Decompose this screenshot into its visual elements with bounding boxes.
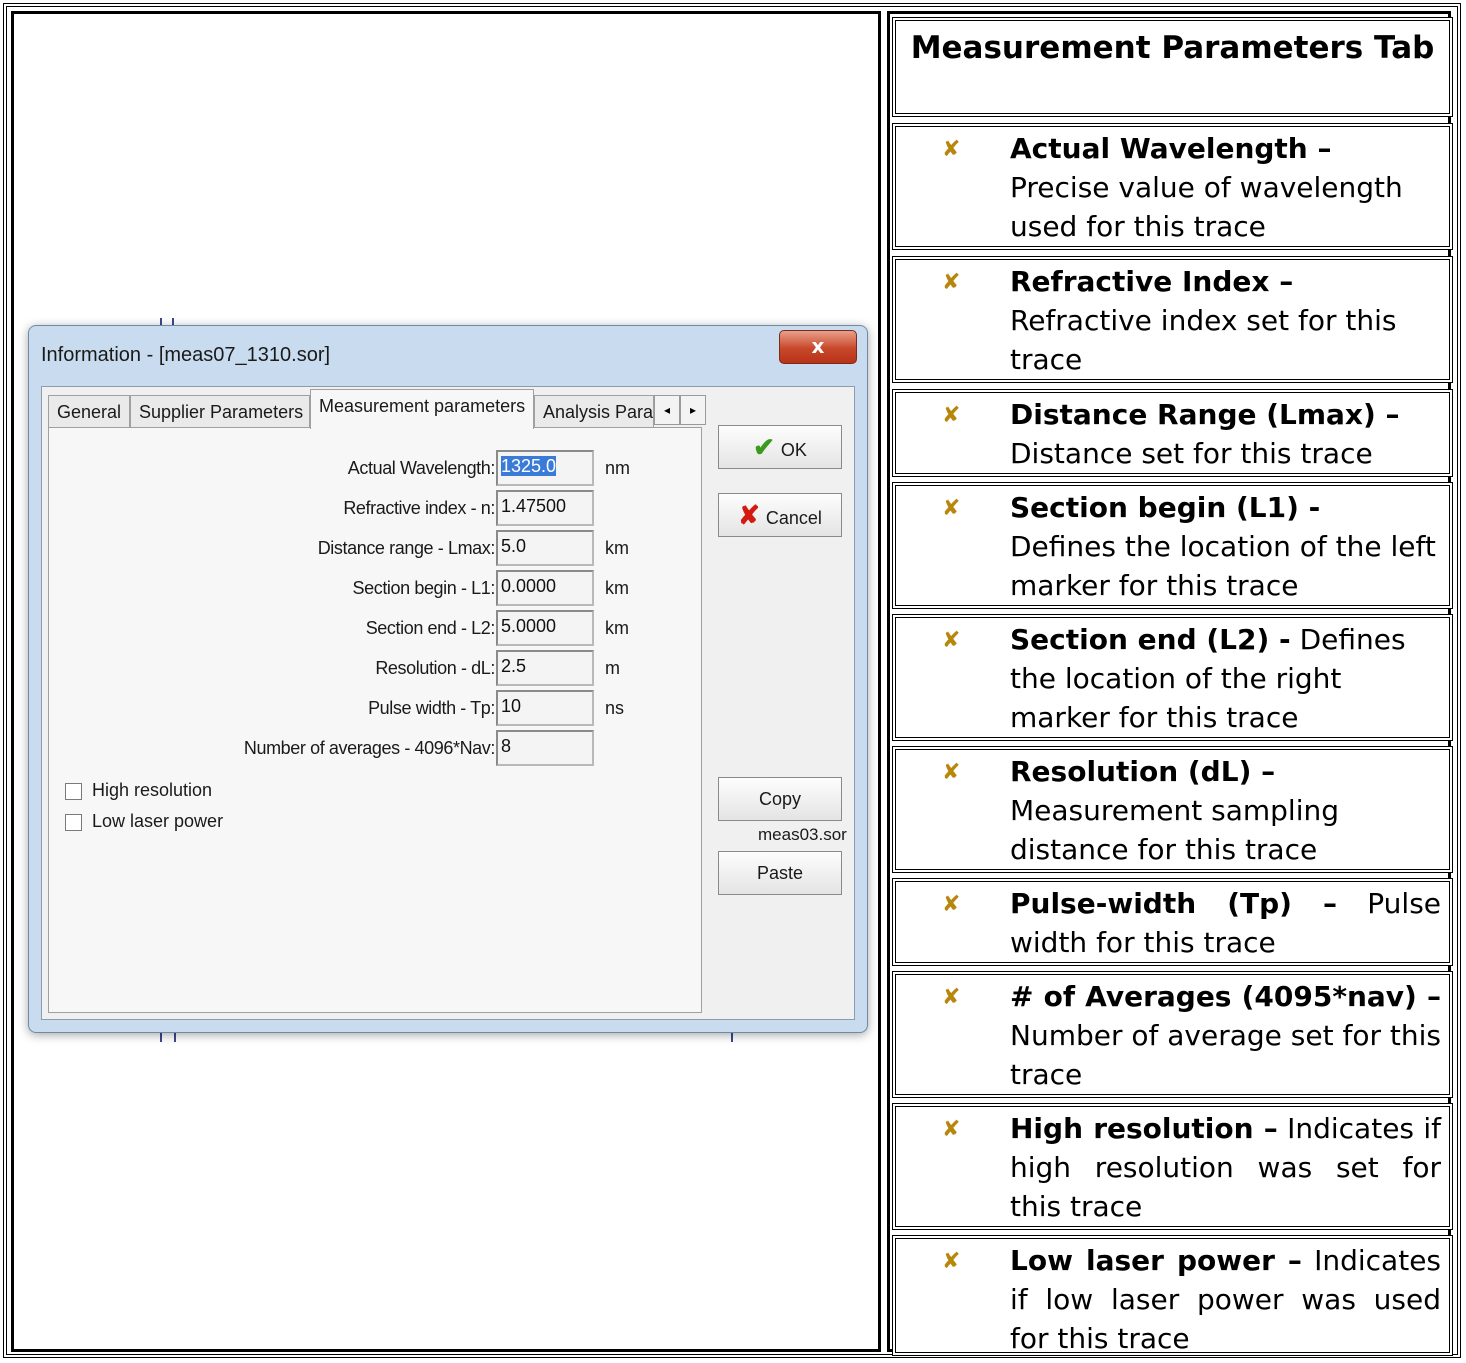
field-actual-wavelength: Actual Wavelength: 1325.0 nm [49,450,703,488]
bullet-icon: ✘ [942,1249,961,1274]
bullet-icon: ✘ [942,985,961,1010]
checkbox-box[interactable] [65,782,82,800]
help-item-title: Resolution (dL) – [1010,755,1276,788]
bullet-icon: ✘ [942,892,961,917]
copy-button[interactable]: Copy [718,777,842,821]
dialog-title: Information - [meas07_1310.sor] [41,344,331,366]
field-unit: km [605,618,629,638]
field-label: Pulse width - Tp: [368,698,495,718]
help-item-text: Refractive index set for this trace [1010,304,1397,376]
field-label: Section end - L2: [365,618,496,638]
help-item-title: # of Averages (4095*nav) – [1010,980,1441,1013]
field-label: Actual Wavelength: [347,458,496,478]
help-item: ✘ Refractive Index – Refractive index set… [892,256,1453,383]
field-unit: km [605,538,629,558]
field-section-end: Section end - L2: 5.0000 km [49,610,703,648]
copy-file-name: meas03.sor [758,825,847,844]
help-item-title: Section begin (L1) - [1010,491,1321,524]
cancel-label: Cancel [765,508,822,528]
ok-label: OK [780,440,807,460]
help-item: ✘ High resolution – Indicates if high re… [892,1103,1453,1230]
checkbox-label: High resolution [92,780,213,800]
close-button[interactable]: x [779,330,857,364]
field-unit: ns [605,698,625,718]
help-item: ✘ # of Averages (4095*nav) – Number of a… [892,971,1453,1098]
actual-wavelength-input[interactable]: 1325.0 [496,450,594,486]
field-refractive-index: Refractive index - n: 1.47500 [49,490,703,528]
checkmark-icon: ✔ [753,432,775,462]
field-unit: m [605,658,620,678]
tab-scroll-right-icon[interactable]: ▸ [680,395,706,425]
help-header-cell: Measurement Parameters Tab [892,17,1453,117]
resolution-input[interactable]: 2.5 [496,650,594,686]
help-item-title: Pulse-width (Tp) – [1010,887,1338,920]
bullet-icon: ✘ [942,496,961,521]
section-begin-input[interactable]: 0.0000 [496,570,594,606]
help-item-title: Refractive Index – [1010,265,1294,298]
cancel-button[interactable]: ✘ Cancel [718,493,842,537]
help-item-title: Section end (L2) - [1010,623,1291,656]
help-item-text: Measurement sampling distance for this t… [1010,794,1339,866]
measurement-parameters-panel: Actual Wavelength: 1325.0 nm Refractive … [48,427,702,1013]
distance-range-input[interactable]: 5.0 [496,530,594,566]
help-item: ✘ Distance Range (Lmax) – Distance set fo… [892,389,1453,477]
field-label: Number of averages - 4096*Nav: [243,738,496,758]
bullet-icon: ✘ [942,760,961,785]
pulse-width-input[interactable]: 10 [496,690,594,726]
help-item-text: Precise value of wavelength used for thi… [1010,171,1403,243]
column-divider [878,11,890,1352]
help-item-title: High resolution – [1010,1112,1278,1145]
paste-button[interactable]: Paste [718,851,842,895]
low-laser-power-checkbox[interactable]: Low laser power [65,811,223,832]
tab-analysis-parameters[interactable]: Analysis Para [534,395,654,427]
help-item: ✘ Resolution (dL) – Measurement sampling … [892,746,1453,873]
help-item: ✘ Section begin (L1) - Defines the locati… [892,482,1453,609]
field-value: 1325.0 [501,456,557,476]
help-item: ✘ Low laser power – Indicates if low las… [892,1235,1453,1356]
help-item-title: Distance Range (Lmax) – [1010,398,1400,431]
field-resolution: Resolution - dL: 2.5 m [49,650,703,688]
field-label: Distance range - Lmax: [317,538,496,558]
number-of-averages-input[interactable]: 8 [496,730,594,766]
field-unit: km [605,578,629,598]
help-item-text: Number of average set for this trace [1010,1019,1441,1091]
tab-supplier-parameters[interactable]: Supplier Parameters [130,395,310,427]
tab-general[interactable]: General [48,395,130,427]
help-item: ✘ Section end (L2) - Defines the locatio… [892,614,1453,741]
dialog-client: General Supplier Parameters Measurement … [41,386,855,1020]
help-item-title: Actual Wavelength – [1010,132,1332,165]
ok-button[interactable]: ✔ OK [718,425,842,469]
bullet-icon: ✘ [942,137,961,162]
help-item-title: Low laser power – [1010,1244,1302,1277]
help-item-text: Distance set for this trace [1010,437,1373,470]
tab-measurement-parameters[interactable]: Measurement parameters [310,389,534,429]
help-item: ✘ Actual Wavelength – Precise value of wa… [892,123,1453,250]
bullet-icon: ✘ [942,270,961,295]
tab-bar: General Supplier Parameters Measurement … [48,389,708,429]
checkbox-box[interactable] [65,813,82,831]
field-section-begin: Section begin - L1: 0.0000 km [49,570,703,608]
information-dialog: Information - [meas07_1310.sor] x Genera… [28,325,868,1033]
checkbox-label: Low laser power [92,811,224,831]
help-item-text: Defines the location of the left marker … [1010,530,1436,602]
bullet-icon: ✘ [942,1117,961,1142]
field-number-of-averages: Number of averages - 4096*Nav: 8 [49,730,703,768]
field-label: Section begin - L1: [352,578,496,598]
field-label: Refractive index - n: [343,498,495,518]
bullet-icon: ✘ [942,403,961,428]
bullet-icon: ✘ [942,628,961,653]
tab-scroll-left-icon[interactable]: ◂ [654,395,680,425]
cancel-x-icon: ✘ [738,500,760,530]
field-distance-range: Distance range - Lmax: 5.0 km [49,530,703,568]
help-item: ✘ Pulse-width (Tp) – Pulse width for thi… [892,878,1453,966]
high-resolution-checkbox[interactable]: High resolution [65,780,212,801]
field-unit: nm [605,458,631,478]
field-label: Resolution - dL: [375,658,495,678]
refractive-index-input[interactable]: 1.47500 [496,490,594,526]
field-pulse-width: Pulse width - Tp: 10 ns [49,690,703,728]
help-header: Measurement Parameters Tab [910,30,1435,66]
section-end-input[interactable]: 5.0000 [496,610,594,646]
